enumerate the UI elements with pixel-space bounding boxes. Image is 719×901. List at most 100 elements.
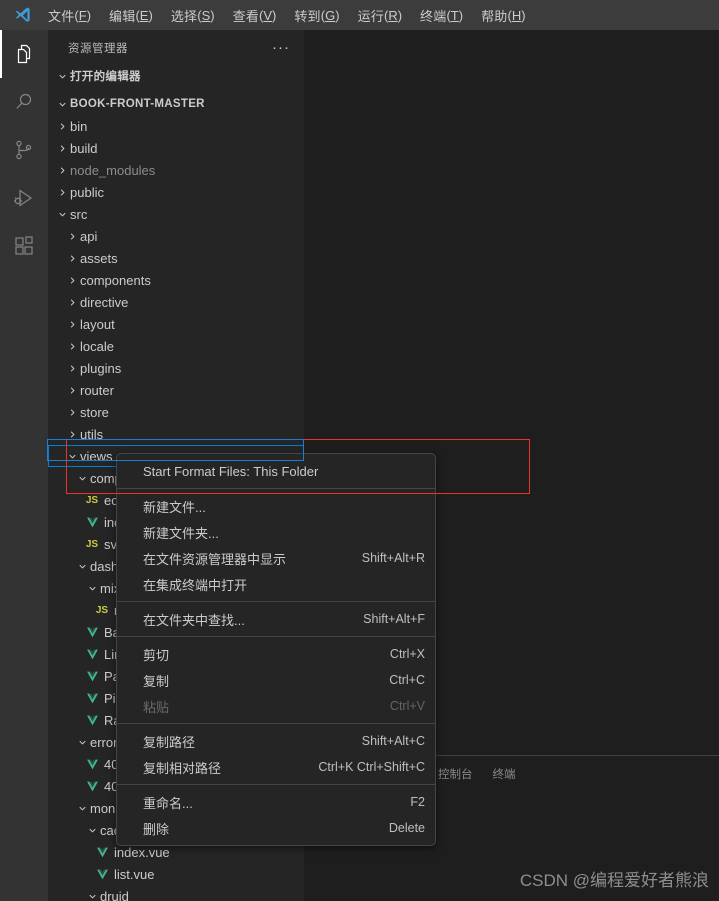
tree-item-label: views (80, 448, 113, 464)
chevron-right-icon (64, 228, 80, 244)
tree-folder-row[interactable]: locale (48, 335, 304, 357)
tree-folder-row[interactable]: plugins (48, 357, 304, 379)
context-menu-item-shortcut: Ctrl+C (389, 673, 425, 687)
ctx-open-in-terminal[interactable]: 在集成终端中打开 (117, 571, 435, 597)
ctx-delete[interactable]: 删除 Delete (117, 815, 435, 841)
chevron-right-icon (64, 272, 80, 288)
javascript-file-icon: JS (95, 604, 109, 616)
tree-folder-row[interactable]: layout (48, 313, 304, 335)
tree-item-label: router (80, 382, 114, 398)
tree-folder-row[interactable]: src (48, 203, 304, 225)
menu-help[interactable]: 帮助(H) (472, 0, 534, 30)
context-menu-item-label: 复制路径 (143, 734, 196, 750)
menu-terminal[interactable]: 终端(T) (411, 0, 472, 30)
panel-tab-console[interactable]: 控制台 (428, 756, 483, 791)
vue-file-icon (94, 866, 110, 882)
chevron-down-icon (84, 580, 100, 596)
tree-item-label: build (70, 140, 98, 156)
section-open-editors[interactable]: 打开的编辑器 (48, 65, 304, 87)
section-project-root[interactable]: BOOK-FRONT-MASTER (48, 93, 304, 115)
vue-file-icon (84, 756, 100, 772)
ctx-new-folder[interactable]: 新建文件夹... (117, 519, 435, 545)
activity-run-and-debug-icon[interactable] (0, 174, 48, 222)
chevron-down-icon (54, 206, 70, 222)
chevron-right-icon (64, 250, 80, 266)
chevron-right-icon (64, 360, 80, 376)
ctx-find-in-folder[interactable]: 在文件夹中查找... Shift+Alt+F (117, 606, 435, 632)
tree-folder-row[interactable]: bin (48, 115, 304, 137)
chevron-down-icon (74, 800, 90, 816)
menu-view[interactable]: 查看(V) (224, 0, 286, 30)
vue-file-icon (84, 646, 100, 662)
ctx-copy-path[interactable]: 复制路径 Shift+Alt+C (117, 728, 435, 754)
context-menu-item-shortcut: Delete (388, 821, 425, 835)
tree-folder-row[interactable]: build (48, 137, 304, 159)
context-menu-item-label: 复制相对路径 (143, 760, 222, 776)
ctx-rename[interactable]: 重命名... F2 (117, 789, 435, 815)
ctx-copy[interactable]: 复制 Ctrl+C (117, 667, 435, 693)
tree-item-label: api (80, 228, 98, 244)
tree-item-label: error (90, 734, 118, 750)
chevron-down-icon (84, 888, 100, 901)
chevron-right-icon (64, 382, 80, 398)
more-actions-icon[interactable]: ··· (272, 40, 290, 55)
menu-edit[interactable]: 编辑(E) (100, 0, 162, 30)
panel-tab-terminal[interactable]: 终端 (483, 756, 526, 791)
ctx-paste: 粘贴 Ctrl+V (117, 693, 435, 719)
open-editors-label: 打开的编辑器 (70, 71, 141, 83)
tree-item-label: assets (80, 250, 118, 266)
tree-folder-row[interactable]: store (48, 401, 304, 423)
tree-folder-row[interactable]: router (48, 379, 304, 401)
activity-source-control-icon[interactable] (0, 126, 48, 174)
tree-folder-row[interactable]: druid (48, 885, 304, 901)
menu-run[interactable]: 运行(R) (349, 0, 411, 30)
watermark-text: CSDN @编程爱好者熊浪 (519, 871, 709, 890)
ctx-start-format-files[interactable]: Start Format Files: This Folder (117, 458, 435, 484)
tree-folder-row[interactable]: directive (48, 291, 304, 313)
context-menu-separator (117, 723, 435, 724)
context-menu-item-label: 删除 (143, 821, 170, 837)
tree-folder-row[interactable]: node_modules (48, 159, 304, 181)
ctx-cut[interactable]: 剪切 Ctrl+X (117, 641, 435, 667)
tree-folder-row[interactable]: api (48, 225, 304, 247)
tree-item-label: public (70, 184, 104, 200)
activity-extensions-icon[interactable] (0, 222, 48, 270)
context-menu-item-shortcut: Ctrl+K Ctrl+Shift+C (318, 760, 425, 774)
javascript-file-icon: JS (85, 538, 99, 550)
context-menu-item-shortcut: Shift+Alt+F (363, 612, 425, 626)
tree-folder-row[interactable]: assets (48, 247, 304, 269)
ctx-reveal-in-explorer[interactable]: 在文件资源管理器中显示 Shift+Alt+R (117, 545, 435, 571)
vue-file-icon (84, 668, 100, 684)
tree-item-label: druid (100, 888, 129, 901)
javascript-file-icon: JS (85, 494, 99, 506)
vue-file-icon (84, 712, 100, 728)
chevron-right-icon (54, 184, 70, 200)
chevron-down-icon (54, 96, 70, 112)
menu-goto[interactable]: 转到(G) (285, 0, 348, 30)
context-menu-separator (117, 601, 435, 602)
tree-folder-row[interactable]: utils (48, 423, 304, 445)
chevron-right-icon (54, 162, 70, 178)
chevron-down-icon (74, 470, 90, 486)
tree-item-label: components (80, 272, 151, 288)
ctx-new-file[interactable]: 新建文件... (117, 493, 435, 519)
chevron-down-icon (64, 448, 80, 464)
tree-folder-row[interactable]: public (48, 181, 304, 203)
context-menu-separator (117, 636, 435, 637)
tree-folder-row[interactable]: components (48, 269, 304, 291)
context-menu-item-shortcut: Ctrl+X (389, 647, 425, 661)
ctx-copy-relative-path[interactable]: 复制相对路径 Ctrl+K Ctrl+Shift+C (117, 754, 435, 780)
vue-file-icon (84, 514, 100, 530)
activity-files-explorer-icon[interactable] (0, 30, 48, 78)
chevron-right-icon (64, 316, 80, 332)
chevron-right-icon (64, 294, 80, 310)
menu-selection[interactable]: 选择(S) (162, 0, 224, 30)
activity-search-icon[interactable] (0, 78, 48, 126)
vscode-logo-icon (0, 0, 44, 30)
chevron-right-icon (64, 338, 80, 354)
tree-item-label: node_modules (70, 162, 156, 178)
menu-file[interactable]: 文件(F) (44, 0, 100, 30)
context-menu-separator (117, 784, 435, 785)
tree-item-label: directive (80, 294, 129, 310)
tree-file-row[interactable]: list.vue (48, 863, 304, 885)
